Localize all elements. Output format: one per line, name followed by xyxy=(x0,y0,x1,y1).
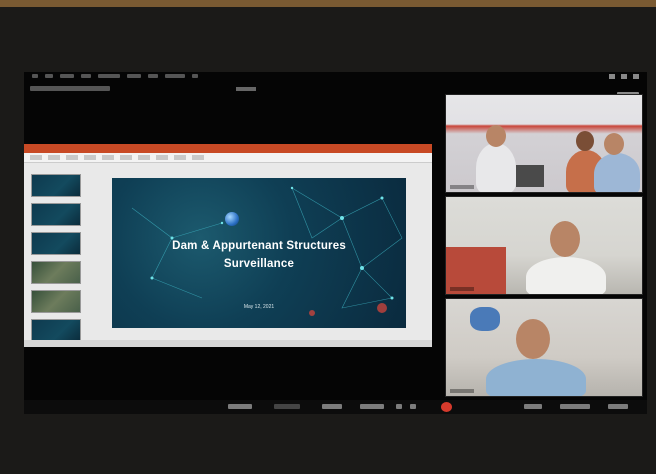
participant-head xyxy=(550,221,580,257)
apps-button[interactable] xyxy=(524,404,542,409)
ppt-title-bar xyxy=(24,144,432,153)
participant-panel xyxy=(445,94,643,398)
minimize-icon[interactable] xyxy=(609,74,615,79)
ppt-status-bar xyxy=(24,340,432,347)
sub-toolbar xyxy=(30,86,110,91)
current-slide: Dam & Appurtenant Structures Surveillanc… xyxy=(112,178,406,328)
slide-thumbnail[interactable] xyxy=(31,319,81,342)
ribbon-tab[interactable] xyxy=(30,155,42,160)
menu-item[interactable] xyxy=(81,74,91,78)
ribbon-tab[interactable] xyxy=(192,155,204,160)
participant xyxy=(594,153,640,192)
close-icon[interactable] xyxy=(633,74,639,79)
slide-thumbnail[interactable] xyxy=(31,232,81,255)
video-tile-1[interactable] xyxy=(445,94,643,193)
slide-thumbnails xyxy=(28,174,84,344)
slide-thumbnail[interactable] xyxy=(31,174,81,197)
ribbon-tab[interactable] xyxy=(174,155,186,160)
name-tag xyxy=(450,185,474,189)
participants-button[interactable] xyxy=(360,404,384,409)
ppt-ribbon xyxy=(24,153,432,163)
whiteboard-button[interactable] xyxy=(560,404,590,409)
slide-thumbnail[interactable] xyxy=(31,261,81,284)
share-button[interactable] xyxy=(322,404,342,409)
globe-logo-icon xyxy=(225,212,239,226)
ribbon-tab[interactable] xyxy=(48,155,60,160)
menu-item[interactable] xyxy=(32,74,38,78)
shared-presentation: Dam & Appurtenant Structures Surveillanc… xyxy=(24,144,432,347)
chat-icon[interactable] xyxy=(396,404,402,409)
menu-item[interactable] xyxy=(148,74,158,78)
ribbon-tab[interactable] xyxy=(138,155,150,160)
participant-head xyxy=(576,131,594,151)
menu-item[interactable] xyxy=(98,74,120,78)
mute-button[interactable] xyxy=(228,404,252,409)
more-button[interactable] xyxy=(608,404,628,409)
slide-date: May 12, 2021 xyxy=(243,304,275,310)
ribbon-tab[interactable] xyxy=(66,155,78,160)
slide-title-line1: Dam & Appurtenant Structures xyxy=(172,240,346,252)
leave-button[interactable] xyxy=(441,402,452,412)
menu-item[interactable] xyxy=(192,74,198,78)
top-strip xyxy=(0,0,656,7)
ribbon-tab[interactable] xyxy=(156,155,168,160)
slide-title-line2: Surveillance xyxy=(223,258,295,270)
meeting-screen: Dam & Appurtenant Structures Surveillanc… xyxy=(24,72,647,414)
menu-item[interactable] xyxy=(60,74,74,78)
logo-poster xyxy=(470,307,500,331)
participant xyxy=(526,257,606,294)
name-tag xyxy=(450,389,474,393)
menu-item[interactable] xyxy=(45,74,53,78)
participant xyxy=(486,359,586,396)
slide-thumbnail[interactable] xyxy=(31,203,81,226)
reactions-icon[interactable] xyxy=(410,404,416,409)
name-tag xyxy=(450,287,474,291)
participant xyxy=(476,143,516,192)
window-controls xyxy=(609,74,639,79)
meeting-toolbar xyxy=(24,400,647,414)
ribbon-tab[interactable] xyxy=(102,155,114,160)
participant-head xyxy=(516,319,550,359)
menu-item[interactable] xyxy=(127,74,141,78)
maximize-icon[interactable] xyxy=(621,74,627,79)
window-title xyxy=(236,87,256,91)
video-tile-2[interactable] xyxy=(445,196,643,295)
menu-item[interactable] xyxy=(165,74,185,78)
participant-head xyxy=(604,133,624,155)
video-button[interactable] xyxy=(274,404,300,409)
participant-head xyxy=(486,125,506,147)
slide-thumbnail[interactable] xyxy=(31,290,81,313)
ribbon-tab[interactable] xyxy=(120,155,132,160)
video-tile-3[interactable] xyxy=(445,298,643,397)
laptop xyxy=(516,165,544,187)
ribbon-tab[interactable] xyxy=(84,155,96,160)
menu-bar xyxy=(24,72,647,82)
